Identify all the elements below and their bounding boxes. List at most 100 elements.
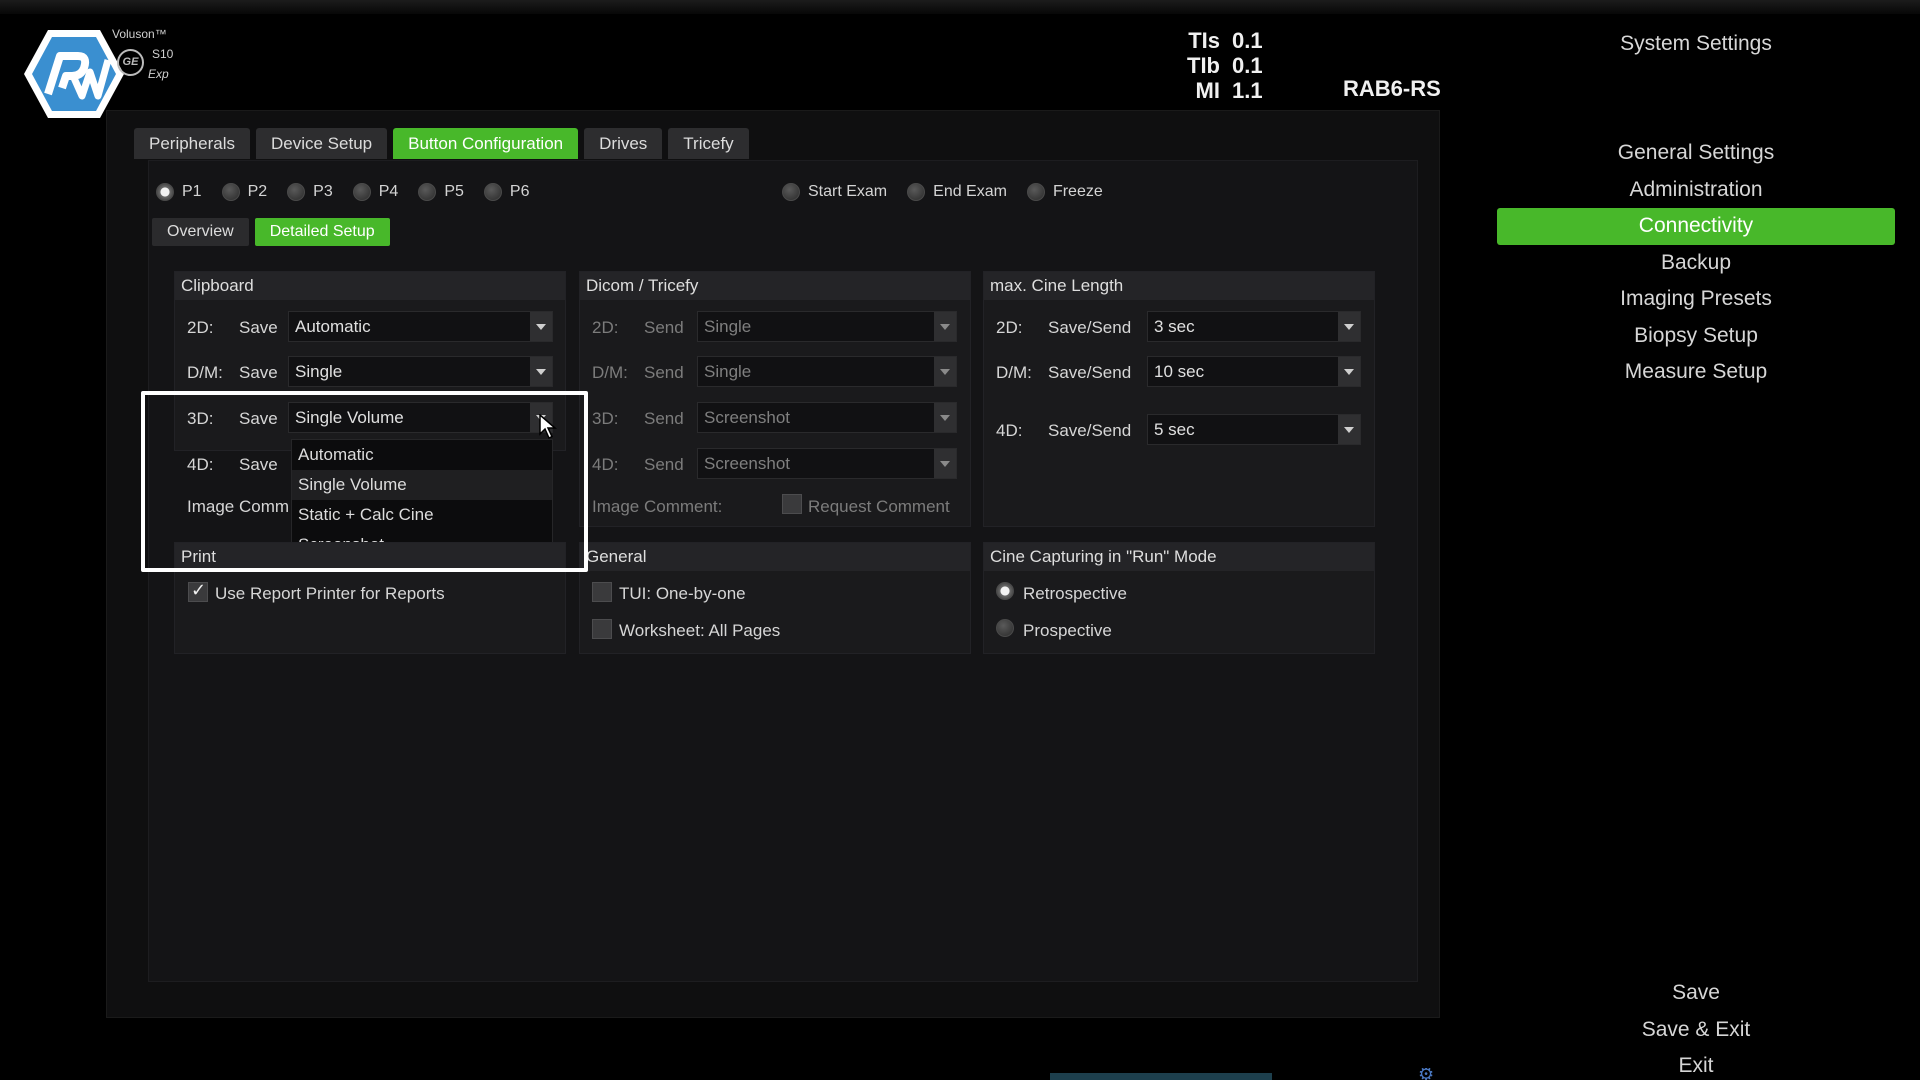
prospective-radio[interactable]: [996, 619, 1014, 637]
dicom-4d-mode: 4D:: [592, 455, 619, 474]
menu-measure-setup[interactable]: Measure Setup: [1497, 354, 1895, 391]
cine-length-title: max. Cine Length: [984, 272, 1374, 300]
top-tabs: Peripherals Device Setup Button Configur…: [134, 128, 749, 159]
request-comment-label: Request Comment: [808, 497, 950, 516]
radio-icon: [352, 183, 371, 201]
tui-label: TUI: One-by-one: [619, 584, 746, 603]
tui-checkbox[interactable]: [592, 582, 612, 602]
chevron-down-icon: [530, 357, 552, 386]
cine-4d-action: Save/Send: [1048, 421, 1132, 440]
dicom-2d-action: Send: [644, 318, 684, 337]
probe-name: RAB6-RS: [1343, 76, 1441, 101]
save-and-exit-button[interactable]: Save & Exit: [1497, 1012, 1895, 1049]
radio-icon: [287, 183, 306, 201]
dicom-3d-select[interactable]: Screenshot: [697, 402, 957, 433]
readout-tis: TIs 0.1: [1188, 28, 1263, 53]
safety-readouts: TIs 0.1 TIb 0.1 MI 1.1: [1186, 28, 1263, 103]
preset-p3[interactable]: P3: [287, 183, 333, 201]
preset-radio-group: P1 P2 P3 P4 P5 P6: [156, 183, 549, 201]
readout-tib: TIb 0.1: [1187, 53, 1263, 78]
tab-drives[interactable]: Drives: [584, 128, 663, 159]
clipboard-2d-action: Save: [239, 318, 278, 337]
clipboard-dm-action: Save: [239, 363, 278, 382]
radio-icon: [1026, 183, 1045, 201]
rw-logo-icon: [24, 30, 124, 118]
dicom-4d-select[interactable]: Screenshot: [697, 448, 957, 479]
cine-dm-action: Save/Send: [1048, 363, 1132, 382]
use-report-printer-checkbox[interactable]: [188, 580, 208, 602]
system-menu-footer: Save Save & Exit Exit: [1497, 975, 1895, 1080]
retrospective-radio[interactable]: [996, 582, 1014, 600]
ge-logo-icon: GE: [117, 49, 144, 76]
request-comment-checkbox[interactable]: [782, 494, 802, 514]
menu-biopsy-setup[interactable]: Biopsy Setup: [1497, 318, 1895, 355]
dicom-dm-action: Send: [644, 363, 684, 382]
tab-tricefy[interactable]: Tricefy: [668, 128, 749, 159]
preset-p2[interactable]: P2: [221, 183, 267, 201]
cine-dm-select[interactable]: 10 sec: [1147, 356, 1361, 387]
radio-selected-icon: [156, 183, 174, 201]
chevron-down-icon: [530, 312, 552, 341]
save-button[interactable]: Save: [1497, 975, 1895, 1012]
gear-icon[interactable]: ⚙: [1418, 1068, 1440, 1080]
system-settings-title: System Settings: [1620, 32, 1772, 55]
subtab-detailed-setup[interactable]: Detailed Setup: [254, 218, 390, 246]
dicom-3d-mode: 3D:: [592, 409, 619, 428]
dicom-title: Dicom / Tricefy: [580, 272, 970, 300]
worksheet-checkbox[interactable]: [592, 619, 612, 639]
focus-highlight-box: [141, 391, 588, 572]
radio-icon: [907, 183, 926, 201]
dicom-2d-select[interactable]: Single: [697, 311, 957, 342]
cine-capture-title: Cine Capturing in "Run" Mode: [984, 543, 1374, 571]
action-start-exam[interactable]: Start Exam: [782, 183, 887, 201]
menu-administration[interactable]: Administration: [1497, 172, 1895, 209]
tab-device-setup[interactable]: Device Setup: [256, 128, 388, 159]
radio-icon: [221, 183, 240, 201]
sub-tabs: Overview Detailed Setup: [152, 218, 390, 246]
chevron-down-icon: [1338, 415, 1360, 444]
clipboard-2d-select[interactable]: Automatic: [288, 311, 553, 342]
cine-4d-mode: 4D:: [996, 421, 1023, 440]
action-end-exam[interactable]: End Exam: [907, 183, 1007, 201]
retrospective-label: Retrospective: [1023, 584, 1127, 603]
radio-icon: [483, 183, 502, 201]
cine-2d-mode: 2D:: [996, 318, 1023, 337]
tab-button-configuration[interactable]: Button Configuration: [393, 128, 579, 159]
dicom-image-comment-label: Image Comment:: [592, 497, 723, 516]
dicom-dm-select[interactable]: Single: [697, 356, 957, 387]
dicom-4d-action: Send: [644, 455, 684, 474]
preset-p1[interactable]: P1: [156, 183, 202, 201]
action-freeze[interactable]: Freeze: [1026, 183, 1103, 201]
preset-p6[interactable]: P6: [483, 183, 529, 201]
readout-mi: MI 1.1: [1195, 78, 1263, 103]
worksheet-label: Worksheet: All Pages: [619, 621, 781, 640]
clipboard-title: Clipboard: [175, 272, 565, 300]
top-bar: [0, 0, 1920, 14]
dicom-2d-mode: 2D:: [592, 318, 619, 337]
chevron-down-icon: [934, 403, 956, 432]
menu-imaging-presets[interactable]: Imaging Presets: [1497, 281, 1895, 318]
preset-p5[interactable]: P5: [418, 183, 464, 201]
cine-dm-mode: D/M:: [996, 363, 1032, 382]
cine-2d-select[interactable]: 3 sec: [1147, 311, 1361, 342]
exit-button[interactable]: Exit: [1497, 1048, 1895, 1080]
chevron-down-icon: [934, 357, 956, 386]
chevron-down-icon: [934, 449, 956, 478]
tab-peripherals[interactable]: Peripherals: [134, 128, 250, 159]
clipboard-dm-mode: D/M:: [187, 363, 223, 382]
cine-2d-action: Save/Send: [1048, 318, 1132, 337]
chevron-down-icon: [1338, 357, 1360, 386]
cine-4d-select[interactable]: 5 sec: [1147, 414, 1361, 445]
prospective-label: Prospective: [1023, 621, 1112, 640]
general-title: General: [580, 543, 970, 571]
preset-p4[interactable]: P4: [352, 183, 398, 201]
menu-backup[interactable]: Backup: [1497, 245, 1895, 282]
clipboard-dm-select[interactable]: Single: [288, 356, 553, 387]
dicom-dm-mode: D/M:: [592, 363, 628, 382]
radio-icon: [782, 183, 800, 201]
chevron-down-icon: [934, 312, 956, 341]
subtab-overview[interactable]: Overview: [152, 218, 249, 246]
menu-connectivity[interactable]: Connectivity: [1497, 208, 1895, 245]
menu-general-settings[interactable]: General Settings: [1497, 135, 1895, 172]
use-report-printer-label: Use Report Printer for Reports: [215, 584, 445, 603]
